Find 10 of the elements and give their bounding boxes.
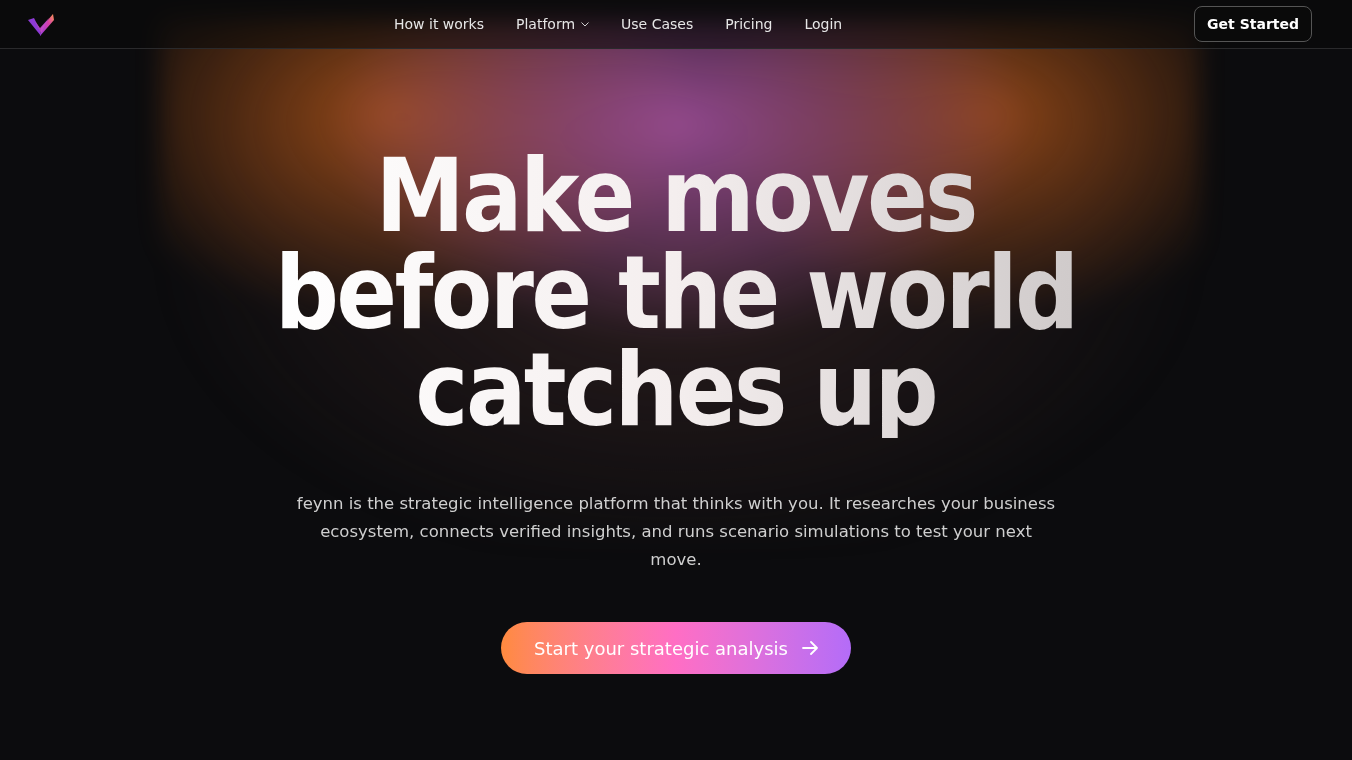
nav-dropdown[interactable]: Platform [516,13,590,35]
nav-link[interactable]: How it works [394,13,484,35]
chevron-down-icon [581,21,590,27]
nav-link[interactable]: Login [804,13,843,35]
nav-link[interactable]: Pricing [725,13,773,35]
logo-icon[interactable] [27,12,55,36]
arrow-right-icon [801,641,818,655]
nav-link[interactable]: Use Cases [621,13,694,35]
hero-description: feynn is the strategic intelligence platform that thinks with you. It researches your business ecosystem, connects verified insights, and runs scenario simulations to test your next move. [295,493,1057,571]
get-started-button[interactable]: Get Started [1194,6,1312,42]
